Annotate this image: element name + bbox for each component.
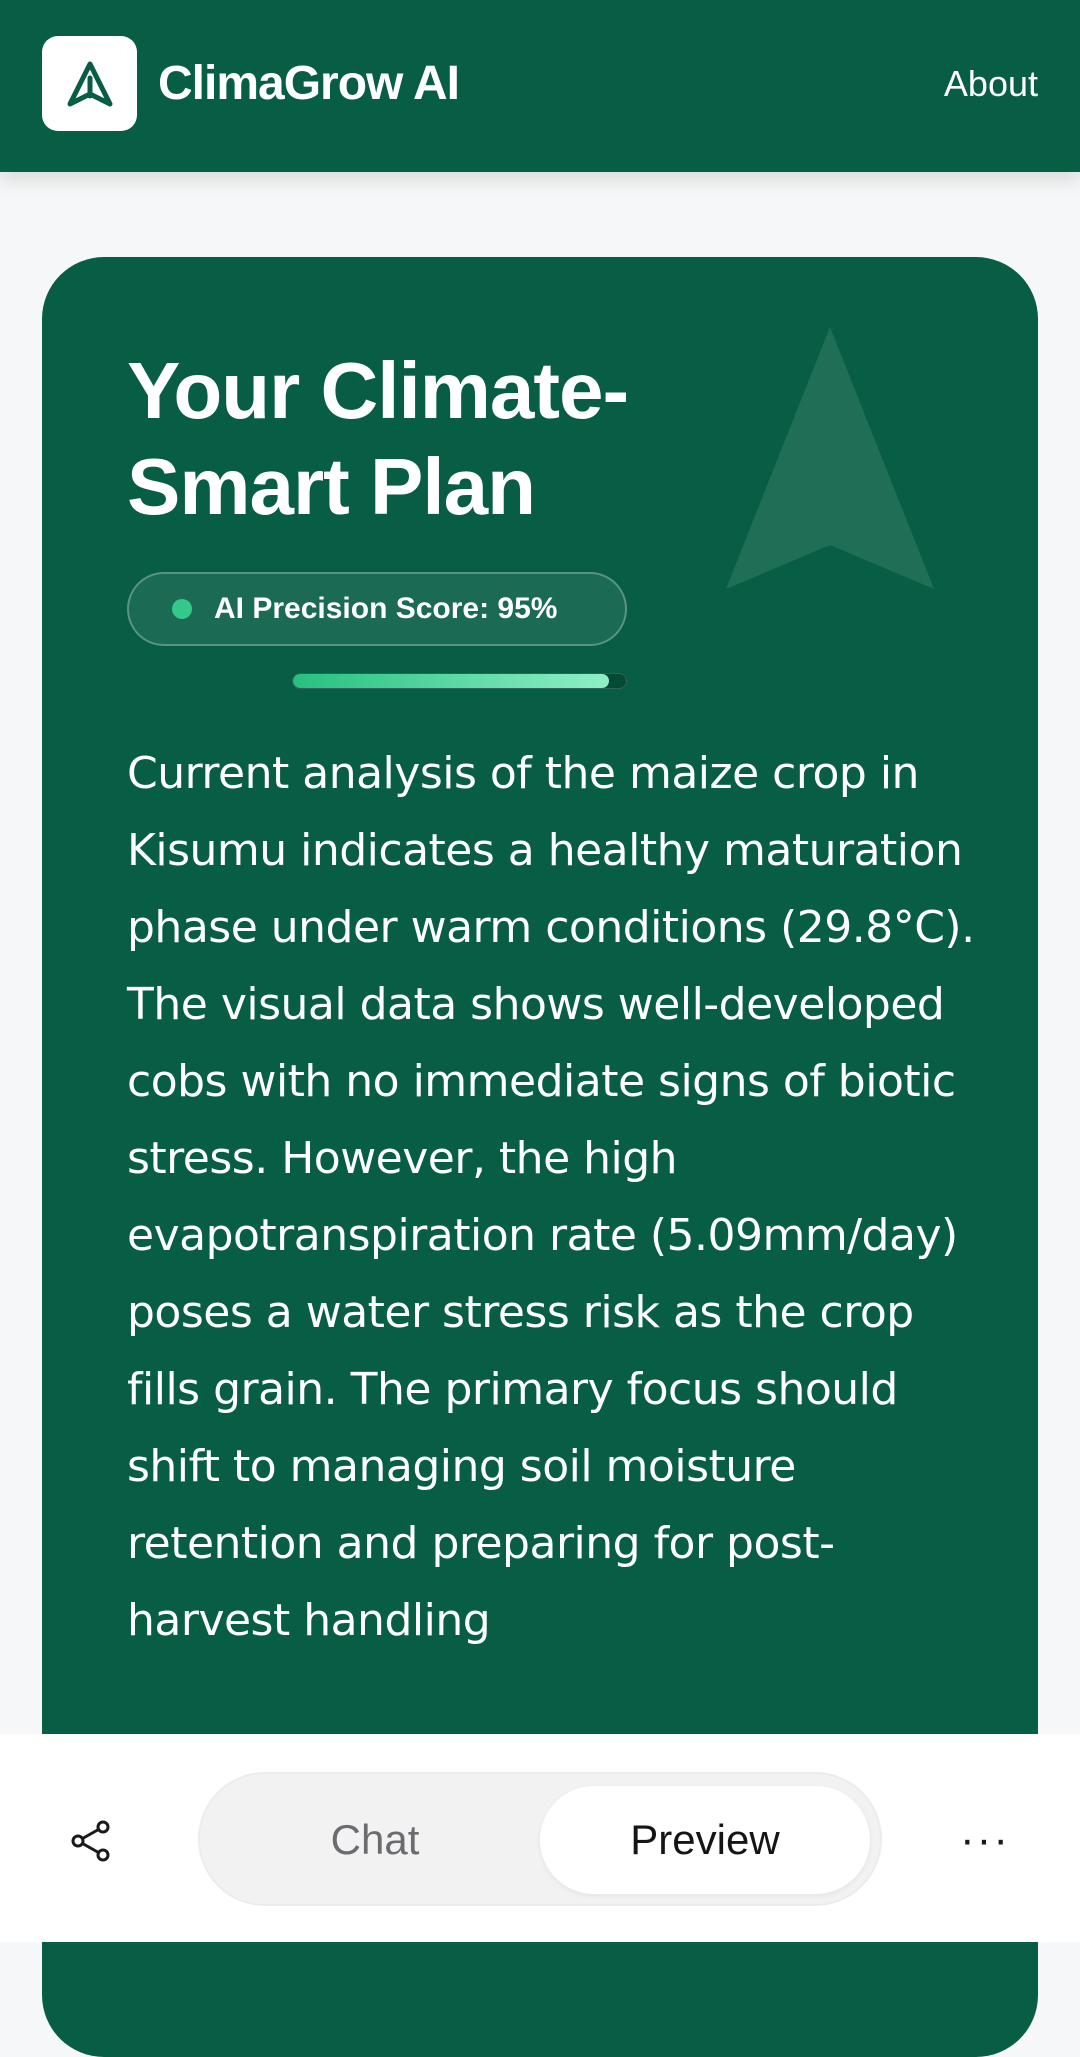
about-link[interactable]: About xyxy=(944,60,1038,108)
plan-title: Your Climate-Smart Plan xyxy=(127,346,629,531)
share-button[interactable] xyxy=(64,1814,118,1868)
precision-progress-fill xyxy=(293,674,610,688)
bottom-toolbar: Chat Preview ··· xyxy=(0,1734,1080,1942)
precision-score-badge: AI Precision Score: 95% xyxy=(127,572,627,646)
analysis-text: Current analysis of the maize crop in Ki… xyxy=(127,748,975,1646)
share-icon xyxy=(71,1820,110,1862)
app-logo[interactable] xyxy=(42,36,137,131)
precision-progress-bar xyxy=(292,673,627,689)
leaf-triangle-icon xyxy=(67,61,112,106)
view-mode-toggle: Chat Preview xyxy=(198,1772,882,1906)
tab-chat[interactable]: Chat xyxy=(214,1786,536,1894)
app-header: ClimaGrow AI About xyxy=(0,0,1080,172)
precision-score-label: AI Precision Score: 95% xyxy=(214,592,558,625)
tab-preview[interactable]: Preview xyxy=(540,1786,870,1894)
more-dots-icon: ··· xyxy=(960,1815,1010,1864)
status-dot-icon xyxy=(172,599,192,619)
more-options-button[interactable]: ··· xyxy=(955,1815,1015,1864)
app-name: ClimaGrow AI xyxy=(158,57,460,110)
